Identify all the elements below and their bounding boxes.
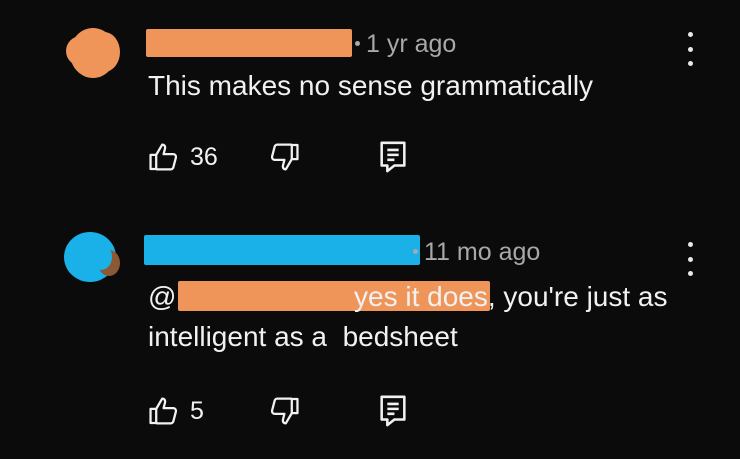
comment-meta: 11 mo ago [413, 238, 540, 267]
reply-button[interactable] [378, 394, 408, 428]
thumb-down-icon [270, 397, 299, 425]
avatar[interactable] [66, 26, 120, 80]
like-button[interactable]: 36 [146, 140, 218, 174]
thumb-up-icon [149, 143, 178, 171]
reply-icon [380, 395, 406, 427]
dislike-button[interactable] [266, 140, 302, 174]
comment-text-line-2: intelligent as a bedsheet [148, 321, 458, 352]
comment-2: 11 mo ago @ yes it does, you're just as … [0, 210, 740, 459]
reply-icon [380, 141, 406, 173]
more-vert-icon[interactable] [680, 242, 700, 276]
separator-dot [355, 40, 360, 46]
comment-text-line-1: yes it does, you're just as [354, 281, 668, 312]
username-redacted[interactable] [144, 235, 420, 265]
comment-meta: 1 yr ago [355, 30, 456, 59]
like-count: 36 [190, 142, 218, 171]
comment-text: @ yes it does, you're just as intelligen… [148, 277, 708, 357]
like-count: 5 [190, 396, 204, 425]
dislike-button[interactable] [266, 394, 302, 428]
thumb-down-icon [270, 143, 299, 171]
separator-dot [413, 248, 418, 254]
avatar[interactable] [62, 230, 120, 284]
comment-timestamp: 11 mo ago [424, 238, 541, 266]
mention-prefix: @ [148, 281, 177, 312]
thumb-up-icon [149, 397, 178, 425]
comment-text: This makes no sense grammatically [148, 70, 594, 101]
reply-button[interactable] [378, 140, 408, 174]
like-button[interactable]: 5 [146, 394, 204, 428]
comment-timestamp: 1 yr ago [366, 30, 457, 58]
more-vert-icon[interactable] [680, 32, 700, 66]
comment-1: 1 yr ago This makes no sense grammatical… [0, 0, 740, 210]
username-redacted[interactable] [146, 29, 352, 57]
